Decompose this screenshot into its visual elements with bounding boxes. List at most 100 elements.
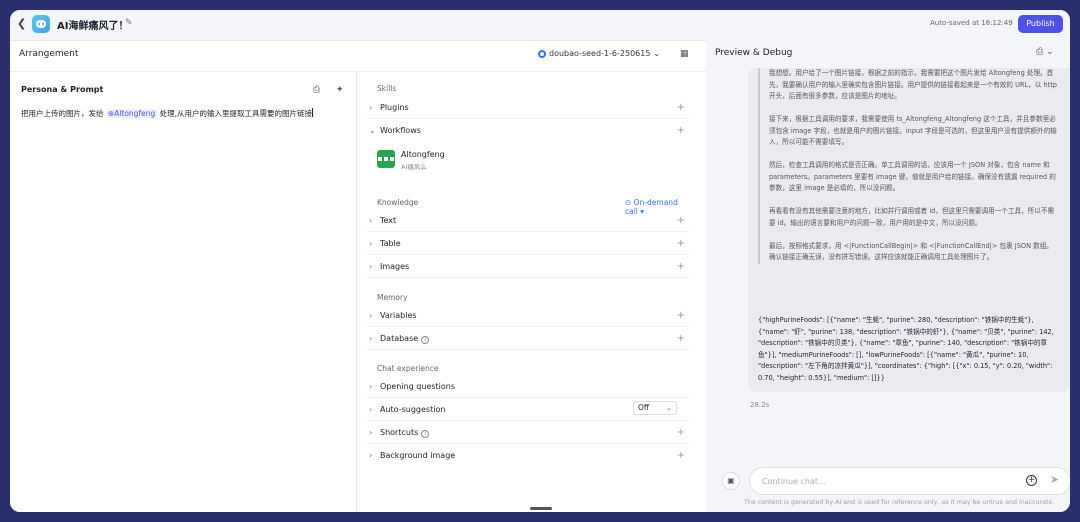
workflows-label: Workflows <box>380 126 421 135</box>
text-caret <box>312 108 313 117</box>
debug-settings-icon[interactable]: ⎙ ⌄ <box>1036 47 1054 57</box>
skills-label: Skills <box>377 84 397 93</box>
chevron-right-icon: › <box>369 311 373 320</box>
workflow-item[interactable]: Altongfeng AI痛风么 <box>369 146 687 174</box>
autosave-status: Auto-saved at 18:12:49 <box>930 19 1013 27</box>
text-row[interactable]: › Text + <box>367 210 689 232</box>
chevron-down-icon: ⌄ <box>369 126 376 135</box>
add-icon[interactable]: + <box>677 125 685 136</box>
send-icon[interactable]: ➤ <box>1050 473 1059 486</box>
arrangement-title: Arrangement <box>19 49 79 59</box>
chat-experience-label: Chat experience <box>377 364 439 373</box>
workflows-row[interactable]: ⌄ Workflows + <box>367 120 689 142</box>
opening-questions-row[interactable]: › Opening questions <box>367 376 689 398</box>
resize-handle[interactable] <box>530 507 552 510</box>
table-label: Table <box>380 239 401 248</box>
prompt-text-after: 处理,从用户的输入里提取工具需要的图片链接 <box>159 109 312 118</box>
divider <box>10 71 706 72</box>
shortcuts-text: Shortcuts <box>380 428 419 437</box>
workflow-name: Altongfeng <box>401 150 445 159</box>
workflow-desc: AI痛风么 <box>401 163 427 171</box>
chevron-right-icon: › <box>369 103 373 112</box>
opening-questions-label: Opening questions <box>380 382 456 391</box>
shortcuts-label: Shortcuts i <box>380 428 430 438</box>
add-icon[interactable]: + <box>677 102 685 113</box>
knowledge-label: Knowledge <box>377 198 419 207</box>
images-label: Images <box>380 262 410 271</box>
chevron-right-icon: › <box>369 428 373 437</box>
shortcuts-row[interactable]: › Shortcuts i + <box>367 422 689 444</box>
reasoning-paragraph: 我想想。用户给了一个图片链接，根据之前的指示，我需要把这个图片发给 Altong… <box>769 69 1057 100</box>
reasoning-paragraph: 接下来，根据工具调用的要求，我需要使用 ts_Altongfeng_Altong… <box>769 115 1057 146</box>
chevron-right-icon: › <box>369 382 373 391</box>
add-icon[interactable]: + <box>677 333 685 344</box>
variables-row[interactable]: › Variables + <box>367 305 689 327</box>
arrangement-panel: Arrangement doubao-seed-1-6-250615 ⌄ ▦ P… <box>10 40 706 512</box>
auto-suggestion-value: Off <box>638 403 650 412</box>
table-row[interactable]: › Table + <box>367 233 689 255</box>
reasoning-paragraph: 然后，检查工具调用的格式是否正确。单工具调用的话，应该用一个 JSON 对象，包… <box>769 161 1056 192</box>
auto-suggestion-label: Auto-suggestion <box>380 405 446 414</box>
model-icon <box>538 49 546 58</box>
chat-input-box: + ➤ <box>749 467 1070 495</box>
top-bar: ❮ AI海鲜痛风了！ ✎ Auto-saved at 18:12:49 Publ… <box>10 10 1070 38</box>
add-icon[interactable]: + <box>677 215 685 226</box>
assistant-message: 我想想。用户给了一个图片链接，根据之前的指示，我需要把这个图片发给 Altong… <box>748 68 1070 392</box>
prompt-text-before: 把用户上传的图片，发给 <box>21 109 104 118</box>
add-icon[interactable]: + <box>677 427 685 438</box>
images-row[interactable]: › Images + <box>367 256 689 278</box>
response-time: 28.2s <box>750 401 770 409</box>
chat-input[interactable] <box>762 474 1012 488</box>
template-icon[interactable]: ⎙ <box>313 85 320 95</box>
add-icon[interactable]: + <box>677 450 685 461</box>
chevron-right-icon: › <box>369 216 373 225</box>
chevron-right-icon: › <box>369 405 373 414</box>
layout-grid-icon[interactable]: ▦ <box>680 49 689 59</box>
reasoning-block: 我想想。用户给了一个图片链接，根据之前的指示，我需要把这个图片发给 Altong… <box>758 68 1058 264</box>
edit-icon[interactable]: ✎ <box>125 18 133 28</box>
text-label: Text <box>380 216 397 225</box>
preview-title: Preview & Debug <box>715 48 793 58</box>
optimize-icon[interactable]: ✦ <box>336 85 344 95</box>
model-name: doubao-seed-1-6-250615 <box>549 49 651 58</box>
bot-avatar-icon <box>32 15 50 33</box>
workflow-tag-label: Altongfeng <box>114 109 156 118</box>
info-icon[interactable]: i <box>421 336 430 344</box>
chevron-right-icon: › <box>369 334 373 343</box>
chevron-right-icon: › <box>369 451 373 460</box>
app-window: ❮ AI海鲜痛风了！ ✎ Auto-saved at 18:12:49 Publ… <box>10 10 1070 512</box>
chevron-down-icon: ⌄ <box>653 49 661 58</box>
response-json: {"highPurineFoods": [{"name": "生蚝", "pur… <box>758 316 1054 382</box>
plugins-label: Plugins <box>380 103 409 112</box>
chevron-right-icon: › <box>369 239 373 248</box>
add-icon[interactable]: + <box>677 310 685 321</box>
auto-suggestion-select[interactable]: Off ⌄ <box>633 401 677 415</box>
add-attachment-icon[interactable]: + <box>1026 475 1037 486</box>
background-image-label: Background image <box>380 451 456 460</box>
plugins-row[interactable]: › Plugins + <box>367 97 689 119</box>
add-icon[interactable]: + <box>677 238 685 249</box>
app-title: AI海鲜痛风了！ <box>57 21 129 32</box>
workflow-icon <box>377 150 395 168</box>
database-text: Database <box>380 334 419 343</box>
database-label: Database i <box>380 334 430 344</box>
memory-label: Memory <box>377 293 408 302</box>
chat-tools-icon[interactable]: ▣ <box>722 472 740 490</box>
add-icon[interactable]: + <box>677 261 685 272</box>
ai-disclaimer: The content is generated by AI and is us… <box>744 499 1055 506</box>
back-icon[interactable]: ❮ <box>17 17 29 31</box>
divider <box>356 71 357 512</box>
persona-title: Persona & Prompt <box>21 85 104 94</box>
reasoning-paragraph: 再看看有没有其他需要注意的地方，比如并行调用或者 id，但这里只需要调用一个工具… <box>769 207 1055 227</box>
workflow-tag[interactable]: ⊕Altongfeng <box>105 109 158 118</box>
prompt-editor[interactable]: 把用户上传的图片，发给 ⊕Altongfeng 处理,从用户的输入里提取工具需要… <box>21 108 346 119</box>
auto-suggestion-row[interactable]: › Auto-suggestion Off ⌄ <box>367 399 689 421</box>
variables-label: Variables <box>380 311 417 320</box>
background-image-row[interactable]: › Background image + <box>367 445 689 467</box>
info-icon[interactable]: i <box>421 430 430 438</box>
database-row[interactable]: › Database i + <box>367 328 689 350</box>
model-selector[interactable]: doubao-seed-1-6-250615 ⌄ <box>538 49 660 58</box>
chevron-down-icon: ⌄ <box>665 403 672 412</box>
publish-button[interactable]: Publish <box>1018 15 1063 33</box>
chevron-right-icon: › <box>369 262 373 271</box>
